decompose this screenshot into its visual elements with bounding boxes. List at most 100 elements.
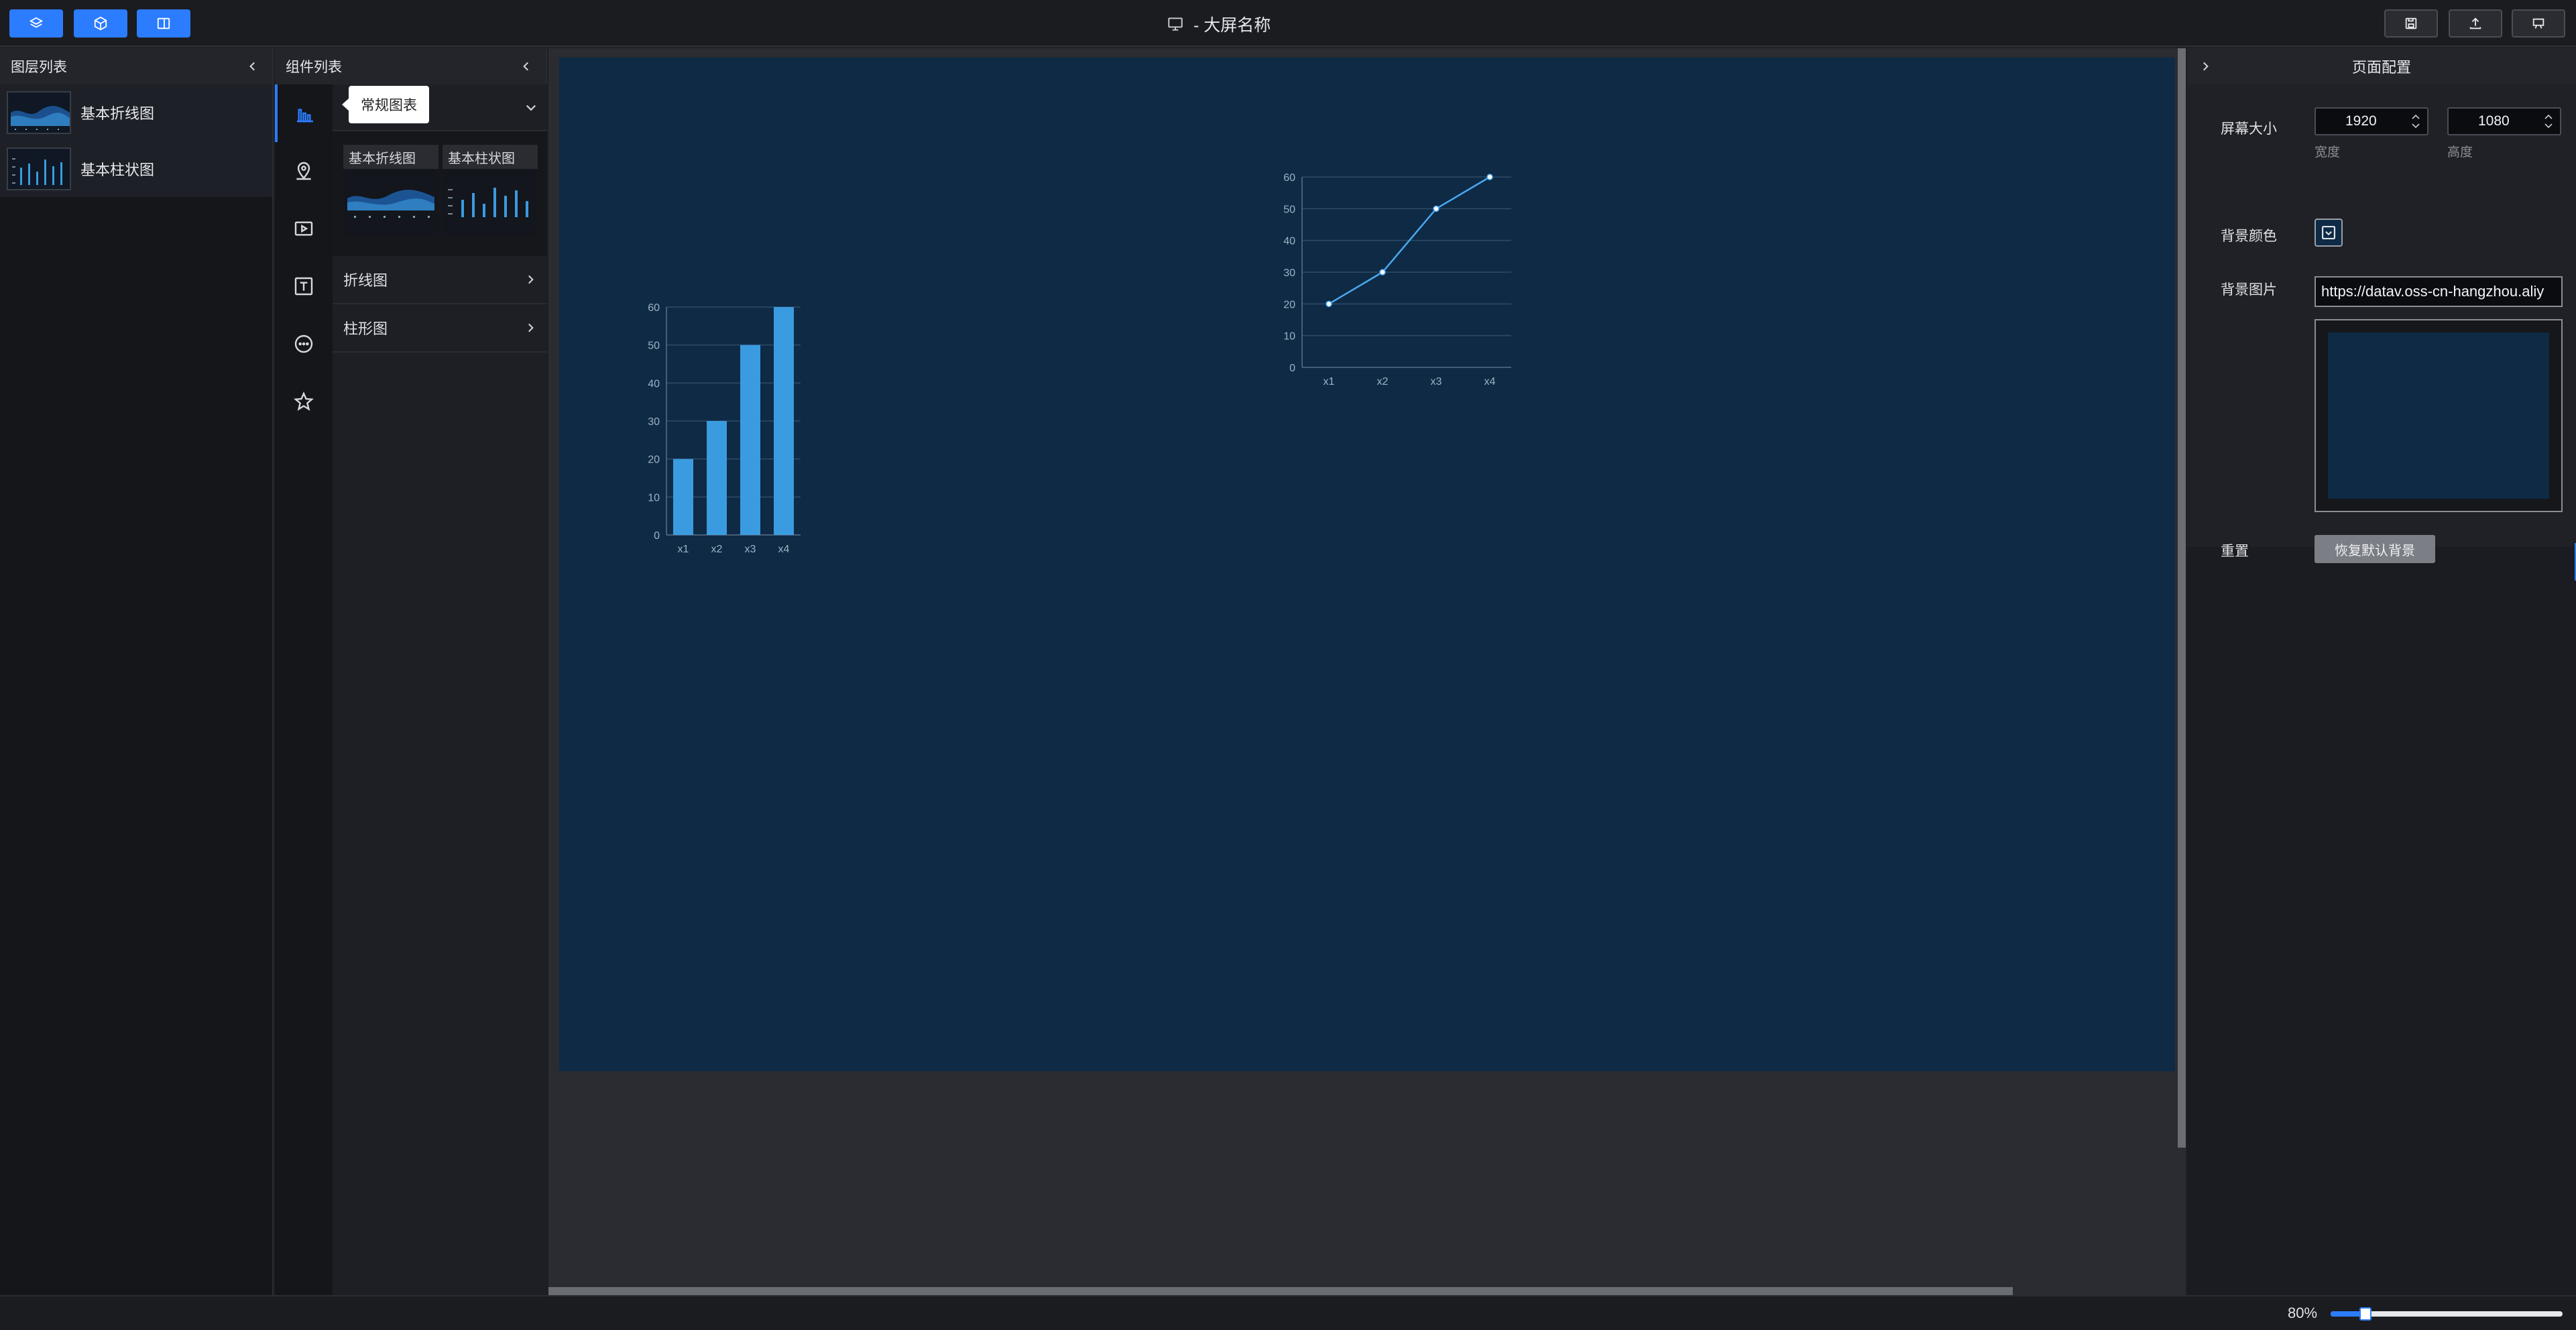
reset-background-button[interactable]: 恢复默认背景 (2315, 535, 2435, 563)
x-tick-label: x1 (1324, 376, 1335, 387)
y-tick-label: 50 (1283, 204, 1295, 215)
reset-label: 重置 (2221, 544, 2249, 559)
x-tick-label: x2 (1377, 376, 1389, 387)
cube-icon (94, 16, 107, 31)
layer-panel: 图层列表 基本折线图 基本柱状图 (0, 48, 274, 1295)
width-value: 1920 (2345, 113, 2377, 129)
stepper-icon[interactable] (2411, 113, 2420, 130)
zoom-slider[interactable] (2331, 1307, 2563, 1321)
collapse-left-icon[interactable] (520, 60, 532, 72)
screen-size-label: 屏幕大小 (2221, 121, 2277, 137)
bg-image-url-input[interactable]: https://datav.oss-cn-hangzhou.aliy (2315, 276, 2563, 307)
x-tick-label: x1 (678, 544, 689, 555)
bar (774, 307, 794, 535)
save-button[interactable] (2384, 9, 2438, 38)
bg-color-picker[interactable] (2315, 219, 2343, 247)
y-tick-label: 60 (648, 302, 660, 314)
preview-button[interactable] (2512, 9, 2565, 38)
rail-item-charts[interactable] (275, 84, 333, 142)
y-tick-label: 30 (1283, 267, 1295, 279)
star-icon (294, 391, 314, 411)
screen-canvas[interactable]: 0 10 20 30 40 50 60 x1 x2 x3 x4 0 10 20 30 40 50 60 x1 x2 x… (559, 58, 2175, 1071)
layer-panel-header: 图层列表 (0, 48, 272, 84)
height-value: 1080 (2478, 113, 2510, 129)
more-icon (294, 335, 313, 353)
bar-chart-widget[interactable]: 0 10 20 30 40 50 60 x1 x2 x3 x4 (640, 300, 807, 555)
width-input[interactable]: 1920 (2315, 107, 2428, 135)
y-tick-label: 40 (1283, 236, 1295, 247)
y-tick-label: 20 (648, 455, 660, 466)
x-tick-label: x3 (745, 544, 756, 555)
layer-item[interactable]: 基本柱状图 (0, 141, 272, 197)
stepper-icon[interactable] (2544, 113, 2553, 130)
rail-item-maps[interactable] (275, 142, 333, 200)
bg-image-preview-fill (2328, 332, 2549, 499)
category-tooltip: 常规图表 (342, 86, 429, 123)
rail-item-text[interactable] (275, 257, 333, 315)
category-row-bar[interactable]: 柱形图 (333, 304, 547, 353)
x-tick-label: x3 (1431, 376, 1442, 387)
bar (673, 459, 693, 535)
layer-item-label: 基本折线图 (80, 105, 155, 122)
rail-item-others[interactable] (275, 315, 333, 373)
y-tick-label: 0 (654, 530, 660, 542)
x-tick-label: x4 (1484, 376, 1496, 387)
component-panel: 组件列表 基本折线图 基本柱状图 折线图 柱形图 常规图表 (275, 48, 547, 1295)
x-tick-label: x2 (711, 544, 723, 555)
collapse-right-icon[interactable] (2199, 60, 2211, 72)
component-panel-title: 组件列表 (286, 60, 342, 75)
y-tick-label: 50 (648, 341, 660, 352)
components-toggle-button[interactable] (74, 9, 127, 38)
collapse-left-icon[interactable] (247, 60, 259, 72)
x-tick-label: x4 (778, 544, 790, 555)
layer-item[interactable]: 基本折线图 (0, 84, 272, 141)
preview-icon (2532, 18, 2544, 29)
component-card-label: 基本折线图 (349, 151, 416, 166)
line-chart-widget[interactable]: 0 10 20 30 40 50 60 x1 x2 x3 x4 (1270, 166, 1511, 408)
height-input[interactable]: 1080 (2447, 107, 2561, 135)
config-panel-title: 页面配置 (2351, 59, 2411, 76)
component-card-label: 基本柱状图 (448, 151, 515, 166)
bg-image-preview[interactable] (2315, 319, 2563, 512)
bg-image-label: 背景图片 (2221, 282, 2277, 298)
video-icon (294, 221, 313, 236)
panel-icon (157, 17, 170, 29)
component-card[interactable]: 基本柱状图 (443, 145, 538, 236)
vertical-scrollbar[interactable] (2178, 48, 2186, 1148)
data-point (1379, 269, 1386, 276)
layer-thumbnail (7, 91, 71, 134)
y-tick-label: 0 (1289, 363, 1295, 374)
upload-icon (2469, 17, 2481, 29)
bar (707, 421, 727, 535)
status-bar: 80% (0, 1295, 2576, 1330)
config-toggle-button[interactable] (137, 9, 190, 38)
layers-toggle-button[interactable] (9, 9, 63, 38)
layer-item-label: 基本柱状图 (80, 162, 155, 178)
layers-icon (29, 17, 44, 28)
category-row-line[interactable]: 折线图 (333, 256, 547, 304)
horizontal-scrollbar[interactable] (548, 1287, 2013, 1295)
rail-item-favorites[interactable] (275, 373, 333, 430)
bar-chart-icon (297, 109, 313, 123)
text-icon (294, 277, 313, 296)
component-card[interactable]: 基本折线图 (343, 145, 438, 236)
page-title-text: - 大屏名称 (1193, 16, 1271, 35)
layer-panel-title: 图层列表 (11, 60, 67, 75)
config-panel-header: 页面配置 (2187, 48, 2576, 84)
component-card-thumbnail (343, 169, 438, 236)
component-category-rail (275, 84, 333, 1295)
chevron-right-icon (528, 323, 534, 332)
y-tick-label: 20 (1283, 299, 1295, 310)
canvas-area: 0 10 20 30 40 50 60 x1 x2 x3 x4 0 10 20 30 40 50 60 x1 x2 x… (548, 48, 2186, 1295)
component-panel-header: 组件列表 (275, 48, 546, 84)
layer-thumbnail (7, 147, 71, 190)
rail-item-media[interactable] (275, 200, 333, 257)
data-point (1326, 300, 1332, 308)
zoom-slider-handle[interactable] (2359, 1307, 2372, 1321)
monitor-icon (1168, 17, 1183, 31)
save-icon (2405, 17, 2417, 29)
publish-button[interactable] (2449, 9, 2502, 38)
config-panel: 页面配置 屏幕大小 1920 宽度 1080 高度 背景颜色 背景图片 http… (2187, 48, 2576, 1295)
data-point (1433, 205, 1440, 213)
category-row-label: 折线图 (343, 272, 388, 289)
